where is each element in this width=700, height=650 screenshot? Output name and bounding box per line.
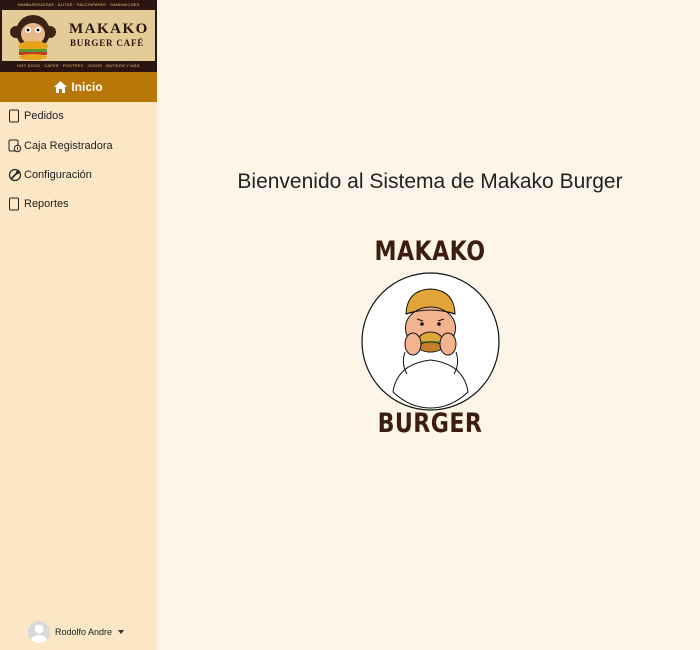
chevron-down-icon[interactable] <box>118 630 125 634</box>
user-name: Rodolfo Andre <box>55 627 113 637</box>
logo-top-line: HAMBURGUESAS · ALITAS · SALCHIPAPAS · SA… <box>17 2 140 7</box>
monkey-mascot-icon <box>10 15 56 60</box>
nav-item-label: Pedidos <box>24 110 64 122</box>
nav-item-caja-registradora[interactable]: Caja Registradora <box>8 139 113 153</box>
logo-bottom-line: HOT DOGS · CAFÉS · POSTRES · JUGOS · BAT… <box>17 63 140 68</box>
logo-name: MAKAKO <box>69 21 149 37</box>
document-icon <box>8 109 22 123</box>
nav-item-configuracion[interactable]: Configuración <box>8 168 92 182</box>
nav-item-reportes[interactable]: Reportes <box>8 197 69 211</box>
home-icon <box>54 81 68 93</box>
logo-panel: MAKAKO BURGER CAFÉ <box>2 10 155 61</box>
document-icon <box>8 197 22 211</box>
nav-item-label: Reportes <box>24 198 69 210</box>
nav-inicio-label: Inicio <box>71 80 103 94</box>
nav-item-label: Configuración <box>24 169 92 181</box>
avatar <box>28 621 50 643</box>
user-menu[interactable]: Rodolfo Andre <box>28 621 125 643</box>
cash-register-icon <box>8 139 22 153</box>
nav-item-pedidos[interactable]: Pedidos <box>8 109 64 123</box>
brand-logo-bottom: BURGER <box>377 408 483 439</box>
logo[interactable]: HAMBURGUESAS · ALITAS · SALCHIPAPAS · SA… <box>0 0 157 72</box>
user-icon <box>31 624 47 643</box>
nav-inicio[interactable]: Inicio <box>0 72 157 102</box>
logo-subtitle: BURGER CAFÉ <box>70 38 145 48</box>
burger-kid-logo-icon <box>361 272 500 411</box>
nav-item-label: Caja Registradora <box>24 140 113 152</box>
sidebar: HAMBURGUESAS · ALITAS · SALCHIPAPAS · SA… <box>0 0 157 650</box>
brand-logo-top: MAKAKO <box>374 236 486 267</box>
welcome-heading: Bienvenido al Sistema de Makako Burger <box>237 170 623 193</box>
settings-icon <box>8 168 22 182</box>
